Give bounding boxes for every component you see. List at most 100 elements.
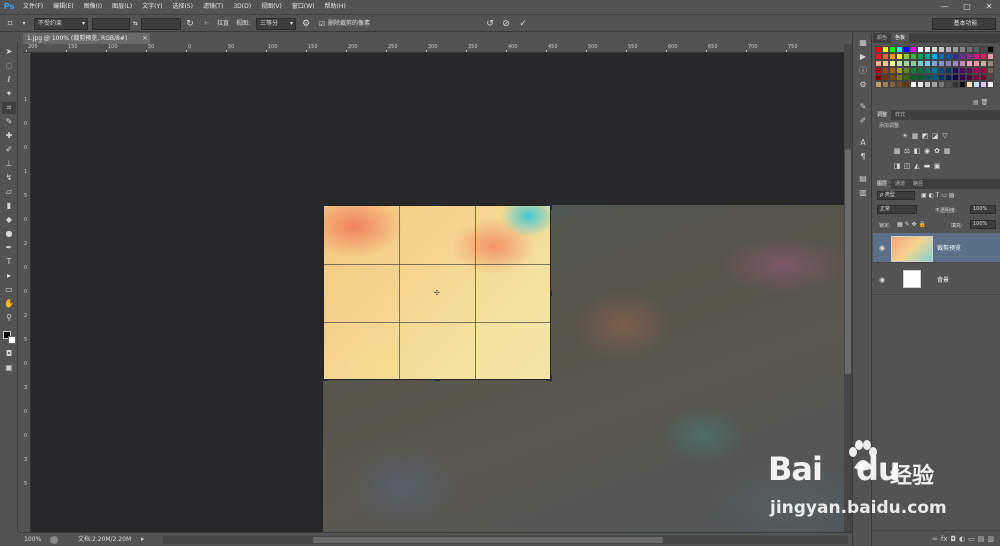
color-swatch[interactable]: [945, 60, 952, 67]
color-swatch[interactable]: [910, 46, 917, 53]
delete-cropped-label[interactable]: 删除裁剪的像素: [328, 15, 370, 33]
color-swatch[interactable]: [917, 81, 924, 88]
color-swatch[interactable]: [980, 74, 987, 81]
layer-comps-icon[interactable]: ▤: [857, 173, 869, 184]
fx-icon[interactable]: fx: [941, 535, 948, 543]
layer-kind-filter[interactable]: ρ 类型: [877, 191, 915, 200]
brush-settings-icon[interactable]: ✐: [857, 115, 869, 126]
layer-filter-icons[interactable]: ▣ ◐ T ▭ ▤: [921, 192, 955, 199]
color-swatch[interactable]: [903, 60, 910, 67]
swap-icon[interactable]: ⇆: [133, 15, 138, 33]
menu-file[interactable]: 文件(F): [18, 0, 48, 14]
color-swatch[interactable]: [924, 46, 931, 53]
menu-window[interactable]: 窗口(W): [287, 0, 320, 14]
color-swatch[interactable]: [959, 60, 966, 67]
screen-mode-icon[interactable]: ▣: [2, 362, 16, 374]
quick-mask-icon[interactable]: ◘: [2, 348, 16, 360]
color-swatch[interactable]: [987, 46, 994, 53]
color-swatch[interactable]: [987, 67, 994, 74]
color-swatch[interactable]: [952, 81, 959, 88]
color-swatch[interactable]: [952, 74, 959, 81]
hand-tool-icon[interactable]: ✋: [2, 298, 16, 310]
color-swatch[interactable]: [973, 67, 980, 74]
color-swatch[interactable]: [917, 67, 924, 74]
background-color-swatch[interactable]: [8, 336, 16, 344]
color-swatch[interactable]: [952, 67, 959, 74]
color-swatch[interactable]: [987, 74, 994, 81]
selective-color-icon[interactable]: ▣: [933, 162, 941, 170]
tab-styles[interactable]: 样式: [891, 110, 909, 120]
color-swatch[interactable]: [959, 81, 966, 88]
color-swatch[interactable]: [924, 81, 931, 88]
marquee-tool-icon[interactable]: ◌: [2, 60, 16, 72]
crop-handle-top-left[interactable]: [322, 204, 328, 210]
history-icon[interactable]: ▦: [857, 37, 869, 48]
posterize-icon[interactable]: ◫: [903, 162, 911, 170]
tab-adjustments[interactable]: 调整: [873, 110, 892, 120]
color-swatch[interactable]: [945, 53, 952, 60]
clone-source-icon[interactable]: ▥: [857, 187, 869, 198]
color-swatch[interactable]: [959, 67, 966, 74]
color-swatch[interactable]: [931, 74, 938, 81]
color-swatch[interactable]: [945, 46, 952, 53]
crop-handle-top-right[interactable]: [546, 204, 552, 210]
color-swatch[interactable]: [952, 46, 959, 53]
minimize-button[interactable]: —: [934, 0, 956, 14]
close-button[interactable]: ✕: [978, 0, 1000, 14]
color-swatch[interactable]: [973, 60, 980, 67]
color-lookup-icon[interactable]: ▦: [943, 147, 951, 155]
zoom-tool-icon[interactable]: ⚲: [2, 312, 16, 324]
crop-handle-bottom-left[interactable]: [322, 375, 328, 381]
color-swatch[interactable]: [910, 74, 917, 81]
lasso-tool-icon[interactable]: ℓ: [2, 74, 16, 86]
color-swatch[interactable]: [945, 81, 952, 88]
color-swatch[interactable]: [882, 67, 889, 74]
reset-icon[interactable]: ↺: [484, 18, 496, 30]
status-arrow-icon[interactable]: ▸: [141, 535, 145, 543]
quick-select-tool-icon[interactable]: ✦: [2, 88, 16, 100]
photo-filter-icon[interactable]: ◉: [923, 147, 931, 155]
close-tab-icon[interactable]: ×: [140, 33, 150, 44]
color-swatch[interactable]: [959, 53, 966, 60]
gradient-map-icon[interactable]: ▬: [923, 162, 931, 170]
color-swatch[interactable]: [966, 81, 973, 88]
color-swatch[interactable]: [910, 81, 917, 88]
color-swatch[interactable]: [973, 53, 980, 60]
tab-paths[interactable]: 路径: [909, 179, 927, 189]
history-brush-tool-icon[interactable]: ↯: [2, 172, 16, 184]
color-swatch[interactable]: [882, 81, 889, 88]
link-layers-icon[interactable]: ∞: [932, 535, 938, 543]
tab-layers[interactable]: 图层: [873, 179, 892, 189]
menu-view[interactable]: 视图(V): [256, 0, 287, 14]
ratio-select[interactable]: 不受约束 ▾: [34, 18, 88, 30]
color-swatch[interactable]: [931, 81, 938, 88]
color-swatch[interactable]: [889, 81, 896, 88]
color-swatch[interactable]: [889, 74, 896, 81]
type-tool-icon[interactable]: T: [2, 256, 16, 268]
color-swatch[interactable]: [889, 60, 896, 67]
color-swatch[interactable]: [980, 67, 987, 74]
color-swatch[interactable]: [903, 81, 910, 88]
eraser-tool-icon[interactable]: ▱: [2, 186, 16, 198]
zoom-level[interactable]: 100%: [24, 533, 41, 546]
brush-tool-icon[interactable]: ✐: [2, 144, 16, 156]
color-swatch[interactable]: [931, 67, 938, 74]
crop-handle-left[interactable]: [322, 290, 328, 296]
color-swatch[interactable]: [882, 74, 889, 81]
crop-handle-right[interactable]: [546, 290, 552, 296]
color-swatch[interactable]: [980, 60, 987, 67]
info-icon[interactable]: ⓘ: [857, 65, 869, 76]
exposure-icon[interactable]: ◪: [931, 132, 939, 140]
color-swatch[interactable]: [924, 74, 931, 81]
color-swatch[interactable]: [875, 67, 882, 74]
color-swatch[interactable]: [966, 67, 973, 74]
blend-mode-select[interactable]: 正常: [877, 205, 917, 214]
crop-handle-bottom-right[interactable]: [546, 375, 552, 381]
threshold-icon[interactable]: ◭: [913, 162, 921, 170]
invert-icon[interactable]: ◨: [893, 162, 901, 170]
color-swatch[interactable]: [987, 53, 994, 60]
fill-field[interactable]: 100%: [970, 220, 996, 229]
dodge-tool-icon[interactable]: ●: [2, 228, 16, 240]
color-swatch[interactable]: [903, 67, 910, 74]
menu-edit[interactable]: 编辑(E): [48, 0, 78, 14]
